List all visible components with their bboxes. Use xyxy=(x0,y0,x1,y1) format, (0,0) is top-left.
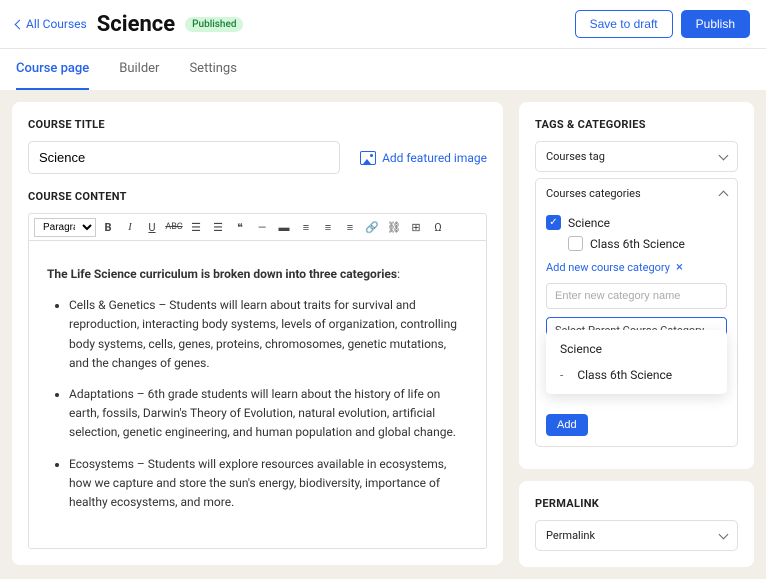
permalink-label: PERMALINK xyxy=(535,497,738,510)
category-label: Science xyxy=(568,216,610,230)
featured-image-label: Add featured image xyxy=(382,151,487,165)
italic-button[interactable]: I xyxy=(120,217,140,237)
topbar-right: Save to draft Publish xyxy=(575,10,750,38)
parent-category-dropdown: Science Class 6th Science xyxy=(546,330,727,394)
table-button[interactable]: ⊞ xyxy=(406,217,426,237)
content-area: COURSE TITLE Add featured image COURSE C… xyxy=(0,90,766,579)
courses-categories-label: Courses categories xyxy=(546,187,641,200)
align-left-button[interactable]: ≡ xyxy=(296,217,316,237)
permalink-panel: PERMALINK Permalink xyxy=(519,481,754,567)
courses-categories-body: ✓ Science Class 6th Science Add new cour… xyxy=(536,208,737,446)
tags-categories-panel: TAGS & CATEGORIES Courses tag Courses ca… xyxy=(519,102,754,469)
courses-tag-accordion: Courses tag xyxy=(535,141,738,172)
tags-categories-label: TAGS & CATEGORIES xyxy=(535,118,738,131)
course-title-label: COURSE TITLE xyxy=(28,118,487,131)
hr-button[interactable]: — xyxy=(252,217,272,237)
content-item: Cells & Genetics – Students will learn a… xyxy=(69,296,468,373)
course-content-label: COURSE CONTENT xyxy=(28,190,487,203)
add-new-category-label: Add new course category xyxy=(546,261,670,274)
special-button[interactable]: Ω xyxy=(428,217,448,237)
dropdown-option-class6th[interactable]: Class 6th Science xyxy=(546,362,727,388)
status-badge: Published xyxy=(185,17,243,32)
courses-tag-label: Courses tag xyxy=(546,150,605,163)
chevron-up-icon xyxy=(719,190,729,200)
publish-button[interactable]: Publish xyxy=(681,10,750,38)
chevron-down-icon xyxy=(719,150,729,160)
intro-text: The Life Science curriculum is broken do… xyxy=(47,267,397,281)
bold-button[interactable]: B xyxy=(98,217,118,237)
tab-course-page[interactable]: Course page xyxy=(16,49,89,90)
content-item: Adaptations – 6th grade students will le… xyxy=(69,385,468,443)
courses-categories-header[interactable]: Courses categories xyxy=(536,179,737,208)
permalink-value: Permalink xyxy=(546,529,595,542)
permalink-accordion: Permalink xyxy=(535,520,738,551)
image-icon xyxy=(360,151,376,165)
page-title: Science xyxy=(97,12,175,37)
chevron-down-icon xyxy=(719,529,729,539)
add-new-category-link[interactable]: Add new course category × xyxy=(546,260,727,275)
main-panel: COURSE TITLE Add featured image COURSE C… xyxy=(12,102,503,565)
format-select[interactable]: Paragraph xyxy=(34,218,96,237)
top-bar: All Courses Science Published Save to dr… xyxy=(0,0,766,49)
new-category-input[interactable] xyxy=(546,283,727,309)
add-featured-image-button[interactable]: Add featured image xyxy=(360,151,487,165)
add-category-button[interactable]: Add xyxy=(546,414,588,436)
save-to-draft-button[interactable]: Save to draft xyxy=(575,10,673,38)
align-center-button[interactable]: ≡ xyxy=(318,217,338,237)
underline-button[interactable]: U xyxy=(142,217,162,237)
courses-tag-header[interactable]: Courses tag xyxy=(536,142,737,171)
tab-settings[interactable]: Settings xyxy=(189,49,236,90)
checkbox-icon[interactable] xyxy=(568,236,583,251)
tab-bar: Course page Builder Settings xyxy=(0,49,766,90)
editor-toolbar: Paragraph B I U ABC ☰ ☰ ❝ — ▬ ≡ ≡ ≡ 🔗 ⛓ … xyxy=(29,214,486,241)
bullet-list-button[interactable]: ☰ xyxy=(186,217,206,237)
chevron-left-icon xyxy=(15,19,25,29)
link-button[interactable]: 🔗 xyxy=(362,217,382,237)
align-right-button[interactable]: ≡ xyxy=(340,217,360,237)
editor-content[interactable]: The Life Science curriculum is broken do… xyxy=(29,241,486,548)
clear-button[interactable]: ▬ xyxy=(274,217,294,237)
title-row: Add featured image xyxy=(28,141,487,174)
unlink-button[interactable]: ⛓ xyxy=(384,217,404,237)
permalink-header[interactable]: Permalink xyxy=(536,521,737,550)
course-title-input[interactable] xyxy=(28,141,340,174)
close-icon[interactable]: × xyxy=(676,260,683,275)
back-to-courses-link[interactable]: All Courses xyxy=(16,17,87,31)
rich-text-editor: Paragraph B I U ABC ☰ ☰ ❝ — ▬ ≡ ≡ ≡ 🔗 ⛓ … xyxy=(28,213,487,549)
tab-builder[interactable]: Builder xyxy=(119,49,159,90)
checkbox-checked-icon[interactable]: ✓ xyxy=(546,215,561,230)
content-item: Ecosystems – Students will explore resou… xyxy=(69,455,468,513)
category-row-science[interactable]: ✓ Science xyxy=(546,212,727,233)
numbered-list-button[interactable]: ☰ xyxy=(208,217,228,237)
topbar-left: All Courses Science Published xyxy=(16,12,243,37)
strikethrough-button[interactable]: ABC xyxy=(164,217,184,237)
courses-categories-accordion: Courses categories ✓ Science Class 6th S… xyxy=(535,178,738,447)
category-row-class6th[interactable]: Class 6th Science xyxy=(546,233,727,254)
back-label: All Courses xyxy=(26,17,87,31)
category-label: Class 6th Science xyxy=(590,237,685,251)
blockquote-button[interactable]: ❝ xyxy=(230,217,250,237)
sidebar: TAGS & CATEGORIES Courses tag Courses ca… xyxy=(519,102,754,567)
dropdown-option-science[interactable]: Science xyxy=(546,336,727,362)
